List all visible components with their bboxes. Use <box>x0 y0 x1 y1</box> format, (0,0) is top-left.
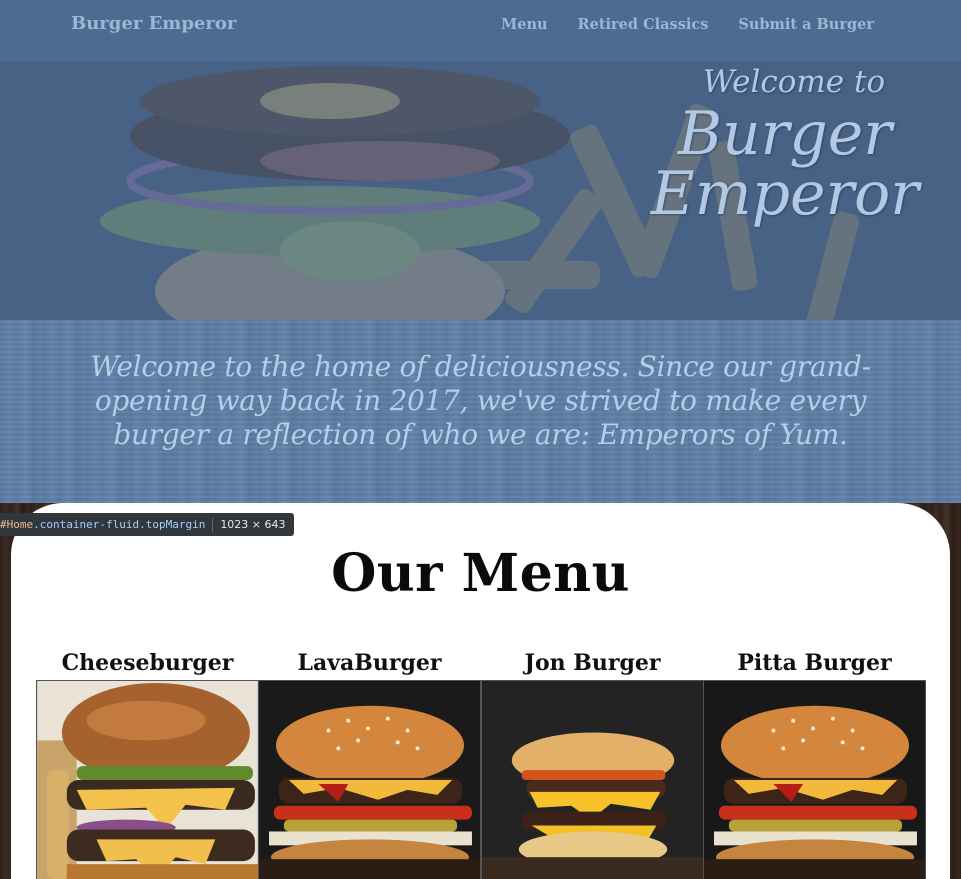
brand-logo[interactable]: Burger Emperor <box>71 13 236 34</box>
menu-item-cheeseburger[interactable]: Cheeseburger <box>36 646 259 879</box>
nav-link-submit-burger[interactable]: Submit a Burger <box>738 16 874 33</box>
intro-text: Welcome to the home of deliciousness. Si… <box>90 350 871 451</box>
nav-link-menu[interactable]: Menu <box>501 16 547 33</box>
menu-item-jon-burger[interactable]: Jon Burger <box>481 646 704 879</box>
menu-item-name: LavaBurger <box>297 650 442 676</box>
hero-welcome-title: Welcome to Burger Emperor <box>650 64 919 229</box>
hero-welcome-line1: Burger <box>677 99 892 169</box>
pitta-burger-photo[interactable] <box>703 680 926 879</box>
devtools-dimensions: 1023 × 643 <box>220 518 286 531</box>
nav-link-retired-classics[interactable]: Retired Classics <box>578 16 709 33</box>
menu-item-lavaburger[interactable]: LavaBurger <box>258 646 481 879</box>
devtools-selector-classes: .container-fluid.topMargin <box>33 518 206 531</box>
hero-welcome-line2: Emperor <box>650 159 919 229</box>
hero-welcome-small: Welcome to <box>702 64 886 100</box>
lavaburger-photo[interactable] <box>258 680 481 879</box>
menu-item-name: Cheeseburger <box>61 650 234 676</box>
devtools-separator <box>212 517 214 532</box>
jon-burger-photo[interactable] <box>481 680 704 879</box>
menu-item-name: Jon Burger <box>524 650 661 676</box>
menu-section: Our Menu Cheeseburger LavaBurger Jon Bur… <box>11 503 950 879</box>
nav-links: Menu Retired Classics Submit a Burger <box>501 16 874 33</box>
intro-band: Welcome to the home of deliciousness. Si… <box>0 320 961 503</box>
devtools-element-tooltip: #Home .container-fluid.topMargin 1023 × 6… <box>0 513 294 536</box>
hero-banner: Welcome to Burger Emperor <box>0 61 961 320</box>
devtools-selector-id: #Home <box>0 518 34 531</box>
menu-title: Our Menu <box>331 543 630 604</box>
navbar: Burger Emperor Menu Retired Classics Sub… <box>0 0 961 61</box>
cheeseburger-photo[interactable] <box>36 680 259 879</box>
menu-item-pitta-burger[interactable]: Pitta Burger <box>703 646 926 879</box>
menu-item-name: Pitta Burger <box>737 650 892 676</box>
